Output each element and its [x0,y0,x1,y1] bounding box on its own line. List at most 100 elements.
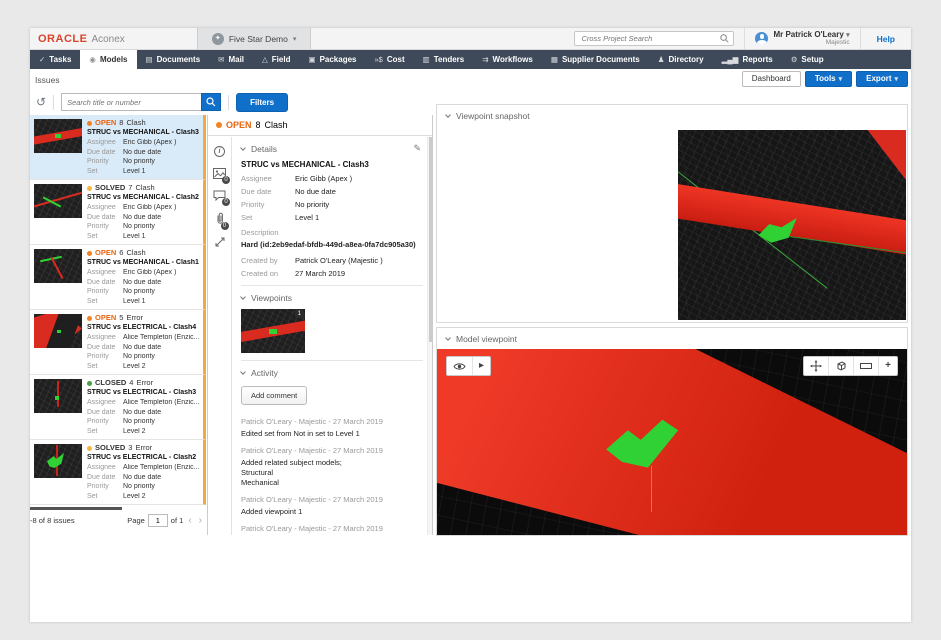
tab-setup[interactable]: ⚙Setup [782,50,833,69]
model-viewpoint-section: Model viewpoint ▸ [436,327,908,536]
created-by-value: Patrick O'Leary (Majestic ) [295,256,423,265]
comments-count-badge: 0 [222,198,230,206]
user-name: Mr Patrick O'Leary [773,30,843,39]
tab-documents[interactable]: ▤Documents [137,50,210,69]
help-link[interactable]: Help [860,28,911,49]
model-green-line [651,466,652,512]
zoom-in-icon[interactable]: + [879,357,897,375]
tab-mail[interactable]: ✉Mail [209,50,253,69]
viewpoint-snapshot-image [678,130,906,320]
tab-cost[interactable]: »$Cost [365,50,413,69]
search-button[interactable] [201,93,221,111]
issue-type: Clash [126,119,145,128]
visibility-eye-icon[interactable] [447,357,473,375]
oracle-aconex-logo: ORACLE Aconex [30,33,135,45]
chevron-down-icon [240,145,246,151]
project-logo-icon: ✦ [212,33,224,45]
tab-field[interactable]: △Field [253,50,299,69]
export-button[interactable]: Export▾ [856,71,908,87]
issue-status: OPEN [95,314,116,323]
status-dot [87,316,92,321]
search-icon [206,97,216,107]
tab-reports[interactable]: ▂▄▆Reports [713,50,782,69]
vertical-scrollbar[interactable] [427,137,432,535]
tab-workflows[interactable]: ⇉Workflows [473,50,542,69]
horizontal-scrollbar[interactable] [30,507,206,511]
directory-icon: ♟ [658,55,665,64]
pan-icon[interactable] [804,357,829,375]
assignee-value: Eric Gibb (Apex ) [295,174,423,183]
project-selector[interactable]: ✦ Five Star Demo ▾ [197,28,312,49]
tab-packages[interactable]: ▣Packages [299,50,365,69]
info-icon[interactable]: i [214,146,225,157]
comments-icon[interactable]: 0 [213,190,226,201]
tasks-icon: ✓ [39,55,45,64]
tab-tasks[interactable]: ✓Tasks [30,50,80,69]
due-date-value: No due date [295,187,423,196]
page-number-input[interactable] [148,514,168,527]
model-3d-viewport[interactable] [437,349,907,535]
add-comment-button[interactable]: Add comment [241,386,307,405]
related-items-icon[interactable] [214,236,226,248]
issue-number: 8 [256,120,261,130]
status-dot [87,446,92,451]
issue-status: SOLVED [95,184,125,193]
tools-button[interactable]: Tools▾ [805,71,852,87]
tab-models[interactable]: ◉Models [80,50,136,69]
issue-type: Clash [126,249,145,258]
viewpoints-icon[interactable]: 0 [213,168,226,179]
issue-status: OPEN [95,119,116,128]
issue-title: STRUC vs MECHANICAL - Clash1 [87,259,200,268]
user-organization: Majestic [773,39,849,46]
attachments-icon[interactable]: 0 [215,212,225,225]
issue-list-item-8[interactable]: OPEN8Clash STRUC vs MECHANICAL - Clash3 … [30,115,206,180]
edit-icon[interactable]: ✎ [413,143,421,154]
viewpoint-count-badge: 1 [295,310,304,318]
tab-directory[interactable]: ♟Directory [649,50,713,69]
user-menu[interactable]: Mr Patrick O'Leary ▾ Majestic [744,28,859,49]
viewpoint-thumbnail[interactable]: 1 [241,309,305,353]
previous-page-icon[interactable]: ‹ [186,516,193,526]
issue-count: -8 of 8 issues [30,516,75,525]
packages-icon: ▣ [308,55,315,64]
issue-list-item-4[interactable]: CLOSED4Error STRUC vs ELECTRICAL - Clash… [30,375,206,440]
tab-tenders[interactable]: ▥Tenders [414,50,474,69]
model-viewpoint-header[interactable]: Model viewpoint [437,328,907,349]
section-details[interactable]: Details ✎ [241,144,423,154]
issue-list-item-7[interactable]: SOLVED7Clash STRUC vs MECHANICAL - Clash… [30,180,206,245]
filters-button[interactable]: Filters [236,93,288,112]
issue-type: Clash [135,184,154,193]
page-of-label: of 1 [171,516,184,525]
issue-title: STRUC vs MECHANICAL - Clash3 [241,160,423,169]
tab-supplier-documents[interactable]: ▦Supplier Documents [542,50,649,69]
search-icon[interactable] [720,34,729,43]
activity-entry: Patrick O'Leary - Majestic - 27 March 20… [241,446,423,487]
set-value: Level 1 [295,213,423,222]
issue-number: 4 [129,379,133,388]
next-page-icon[interactable]: › [197,516,204,526]
issue-thumbnail [34,379,82,413]
refresh-icon[interactable]: ↺ [36,96,46,108]
issue-list-item-6[interactable]: OPEN6Clash STRUC vs MECHANICAL - Clash1 … [30,245,206,310]
section-activity[interactable]: Activity [241,368,423,378]
expand-toolbar-icon[interactable]: ▸ [473,357,490,375]
chevron-down-icon: ▾ [839,76,843,83]
workflows-icon: ⇉ [482,55,488,64]
model-red-beam [437,349,907,535]
section-box-icon[interactable] [829,357,854,375]
issue-list-item-3[interactable]: SOLVED3Error STRUC vs ELECTRICAL - Clash… [30,440,206,505]
module-navbar: ✓Tasks ◉Models ▤Documents ✉Mail △Field ▣… [30,50,911,69]
viewpoint-snapshot-header[interactable]: Viewpoint snapshot [437,105,907,126]
activity-entry: Patrick O'Leary - Majestic - 27 March 20… [241,417,423,438]
fit-view-icon[interactable] [854,357,879,375]
issue-status: OPEN [95,249,116,258]
chevron-down-icon: ▾ [846,32,850,39]
issue-list-item-5[interactable]: OPEN5Error STRUC vs ELECTRICAL - Clash4 … [30,310,206,375]
issue-search-input[interactable] [61,93,201,111]
status-dot [87,381,92,386]
cross-project-search-input[interactable] [579,33,720,44]
dashboard-button[interactable]: Dashboard [742,71,801,87]
cross-project-search[interactable] [574,31,734,46]
section-viewpoints[interactable]: Viewpoints [241,293,423,303]
issue-thumbnail [34,119,82,153]
